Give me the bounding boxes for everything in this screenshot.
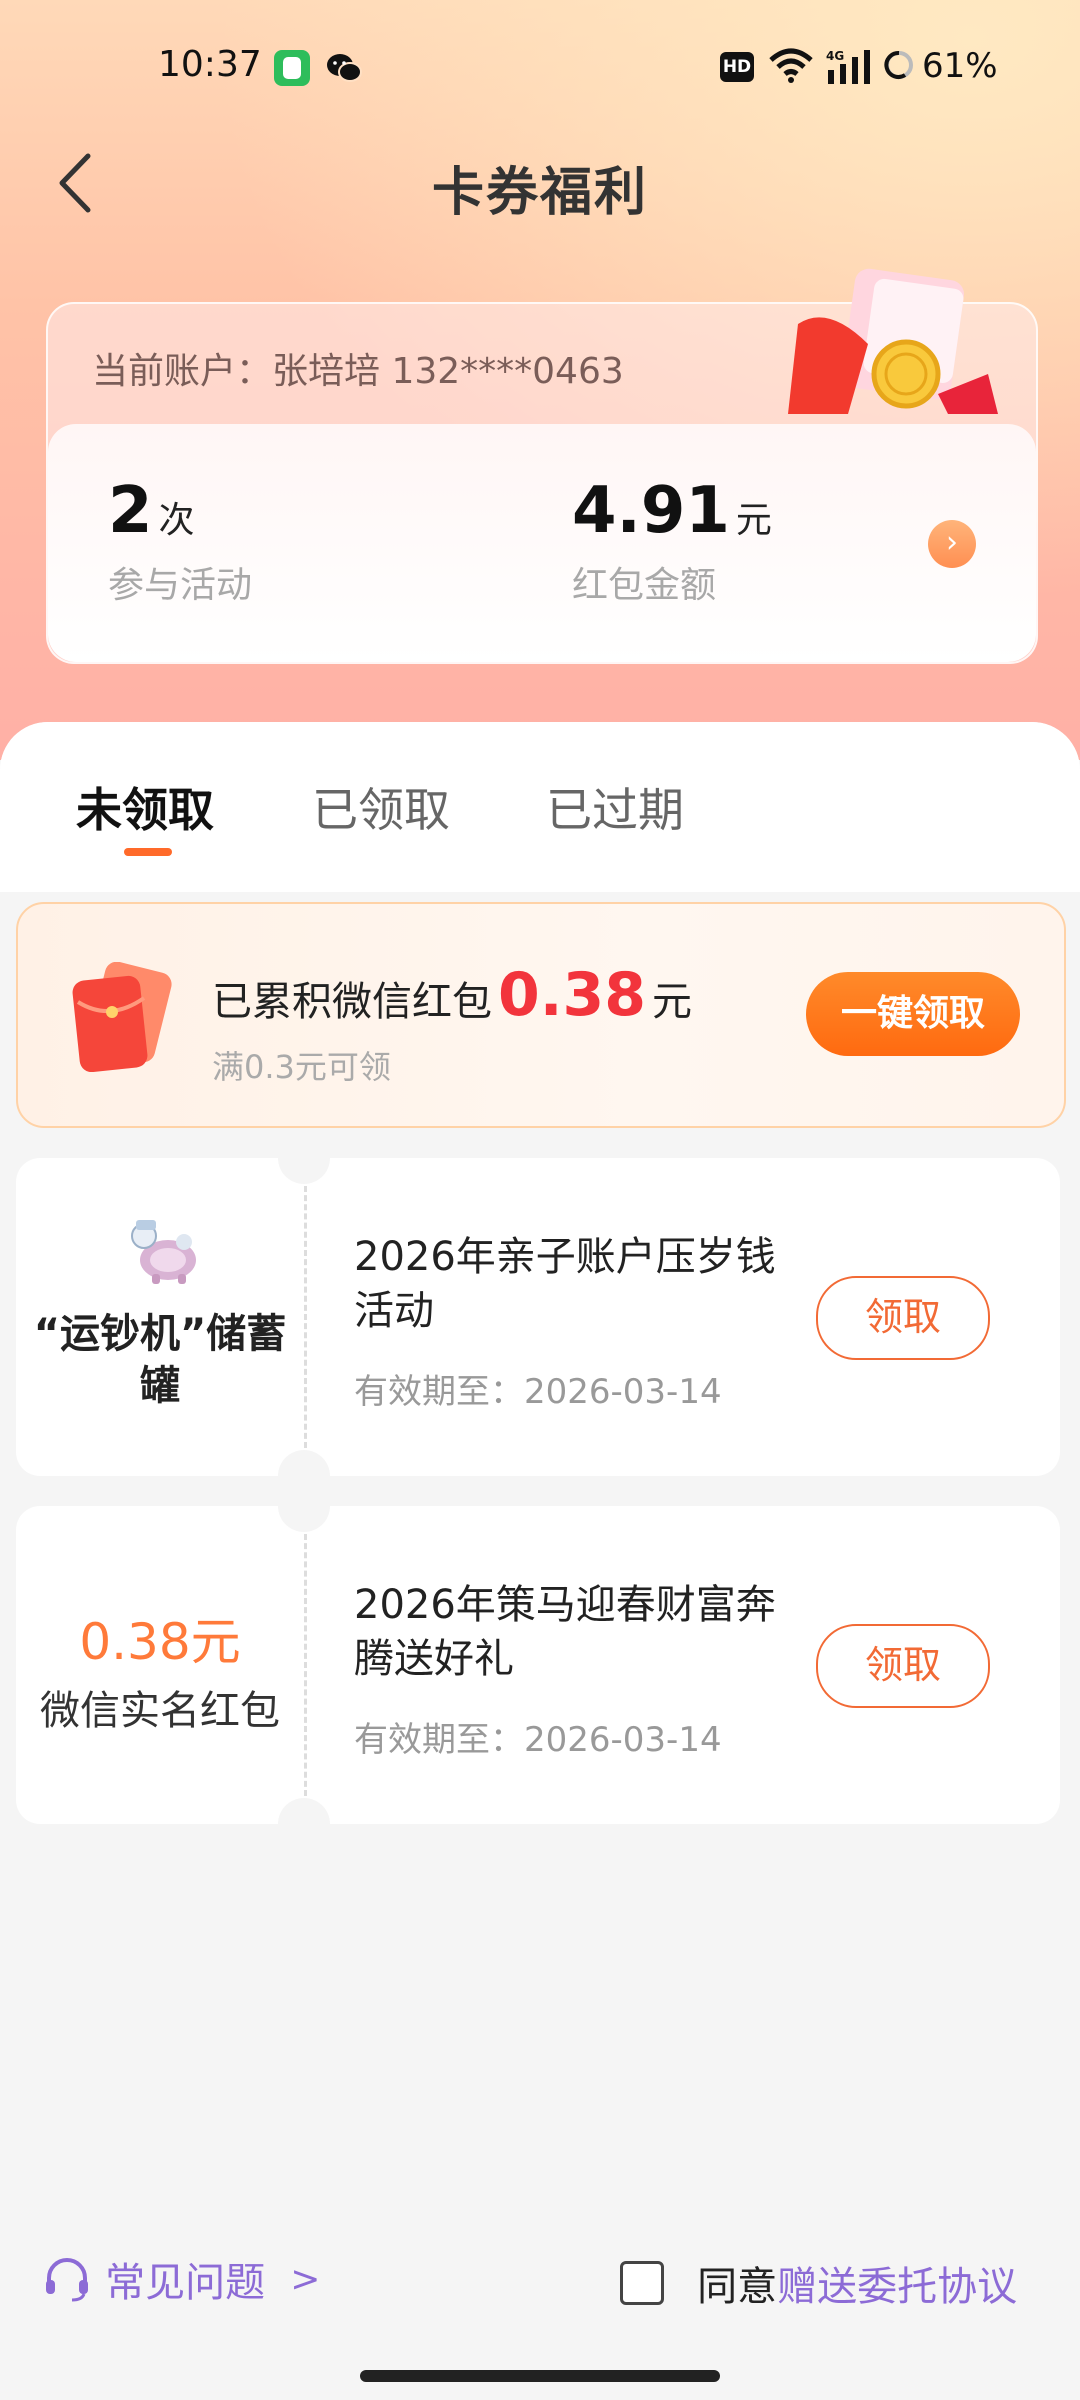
coupon-divider xyxy=(304,1534,307,1796)
page-title: 卡券福利 xyxy=(431,163,648,223)
claim-all-button[interactable]: 一键领取 xyxy=(806,972,1020,1056)
claim-button[interactable]: 领取 xyxy=(816,1276,990,1360)
faq-arrow: > xyxy=(290,2258,321,2300)
coupon-expiry: 有效期至：2026-03-14 xyxy=(354,1372,722,1412)
battery-percent: 61% xyxy=(922,46,998,86)
coupon-title: 2026年策马迎春财富奔腾送好礼 xyxy=(354,1582,776,1682)
coupon-gift-name: “运钞机”储蓄罐 xyxy=(33,1311,287,1409)
agreement-link[interactable]: 赠送委托协议 xyxy=(777,2264,1017,2310)
battery-icon xyxy=(884,51,913,79)
banner-amount: 0.38 xyxy=(498,960,647,1030)
banner-unit: 元 xyxy=(652,979,693,1025)
coupon-expiry: 有效期至：2026-03-14 xyxy=(354,1720,722,1760)
red-packet-coin-illustration xyxy=(788,268,998,414)
hd-badge: HD xyxy=(720,52,754,82)
faq-label: 常见问题 xyxy=(105,2260,266,2306)
coupon-card: 0.38元 微信实名红包 2026年策马迎春财富奔腾送好礼 有效期至：2026-… xyxy=(16,1480,1060,1850)
stat-activities-label: 参与活动 xyxy=(108,565,253,606)
coupon-title: 2026年亲子账户压岁钱活动 xyxy=(354,1234,776,1334)
stat-redpacket-value: 4.91 xyxy=(572,474,730,548)
coupon-left: “运钞机”储蓄罐 xyxy=(16,1158,304,1476)
banner-subtext: 满0.3元可领 xyxy=(212,1048,391,1086)
stat-activities-value: 2 xyxy=(108,474,153,548)
agree-prefix: 同意 xyxy=(697,2264,778,2310)
tab-unclaimed[interactable]: 未领取 xyxy=(76,774,214,840)
coupon-type: 微信实名红包 xyxy=(40,1688,280,1734)
agree-checkbox[interactable] xyxy=(620,2261,664,2305)
coupon-left: 0.38元 微信实名红包 xyxy=(16,1506,304,1824)
tab-expired[interactable]: 已过期 xyxy=(546,774,684,840)
stat-redpacket: 4.91 元 红包金额 xyxy=(572,474,772,608)
claim-button[interactable]: 领取 xyxy=(816,1624,990,1708)
banner-headline: 已累积微信红包 0.38 元 xyxy=(212,960,692,1030)
status-bar: 10:37 HD 4G 61% xyxy=(0,0,1080,140)
coupon-amount: 0.38元 xyxy=(79,1613,241,1671)
tab-bar: 未领取 已领取 已过期 xyxy=(0,722,1080,892)
account-label: 当前账户：张培培 132****0463 xyxy=(92,351,624,392)
stat-activities: 2次 参与活动 xyxy=(108,474,252,608)
wifi-icon xyxy=(769,48,813,83)
stat-activities-unit: 次 xyxy=(158,500,195,541)
cellular-signal-icon: 4G xyxy=(826,49,870,84)
agreement: 同意赠送委托协议 xyxy=(620,2254,1017,2312)
coupon-divider xyxy=(304,1186,307,1448)
home-indicator[interactable] xyxy=(360,2370,720,2382)
chevron-right-icon[interactable]: › xyxy=(928,520,976,568)
stat-redpacket-unit: 元 xyxy=(735,500,772,541)
tab-claimed[interactable]: 已领取 xyxy=(312,774,450,840)
tab-indicator xyxy=(124,848,172,856)
notification-app-icon xyxy=(274,50,310,86)
headset-icon xyxy=(46,2258,88,2302)
red-packet-banner: 已累积微信红包 0.38 元 满0.3元可领 一键领取 xyxy=(16,902,1066,1128)
coupon-card: “运钞机”储蓄罐 2026年亲子账户压岁钱活动 有效期至：2026-03-14 … xyxy=(16,1132,1060,1502)
red-envelope-icon xyxy=(72,962,172,1072)
status-time: 10:37 xyxy=(158,44,262,85)
stats-panel[interactable]: 2次 参与活动 4.91 元 红包金额 › xyxy=(48,424,1036,662)
faq-link[interactable]: 常见问题 > xyxy=(42,2250,320,2310)
piggy-bank-icon xyxy=(131,1220,196,1284)
network-type: 4G xyxy=(826,49,844,63)
stat-redpacket-label: 红包金额 xyxy=(572,565,717,606)
account-card: 当前账户：张培培 132****0463 2次 参与活动 4.91 元 红包金额 … xyxy=(46,268,1038,664)
banner-prefix: 已累积微信红包 xyxy=(212,979,492,1025)
wechat-icon xyxy=(327,54,362,82)
